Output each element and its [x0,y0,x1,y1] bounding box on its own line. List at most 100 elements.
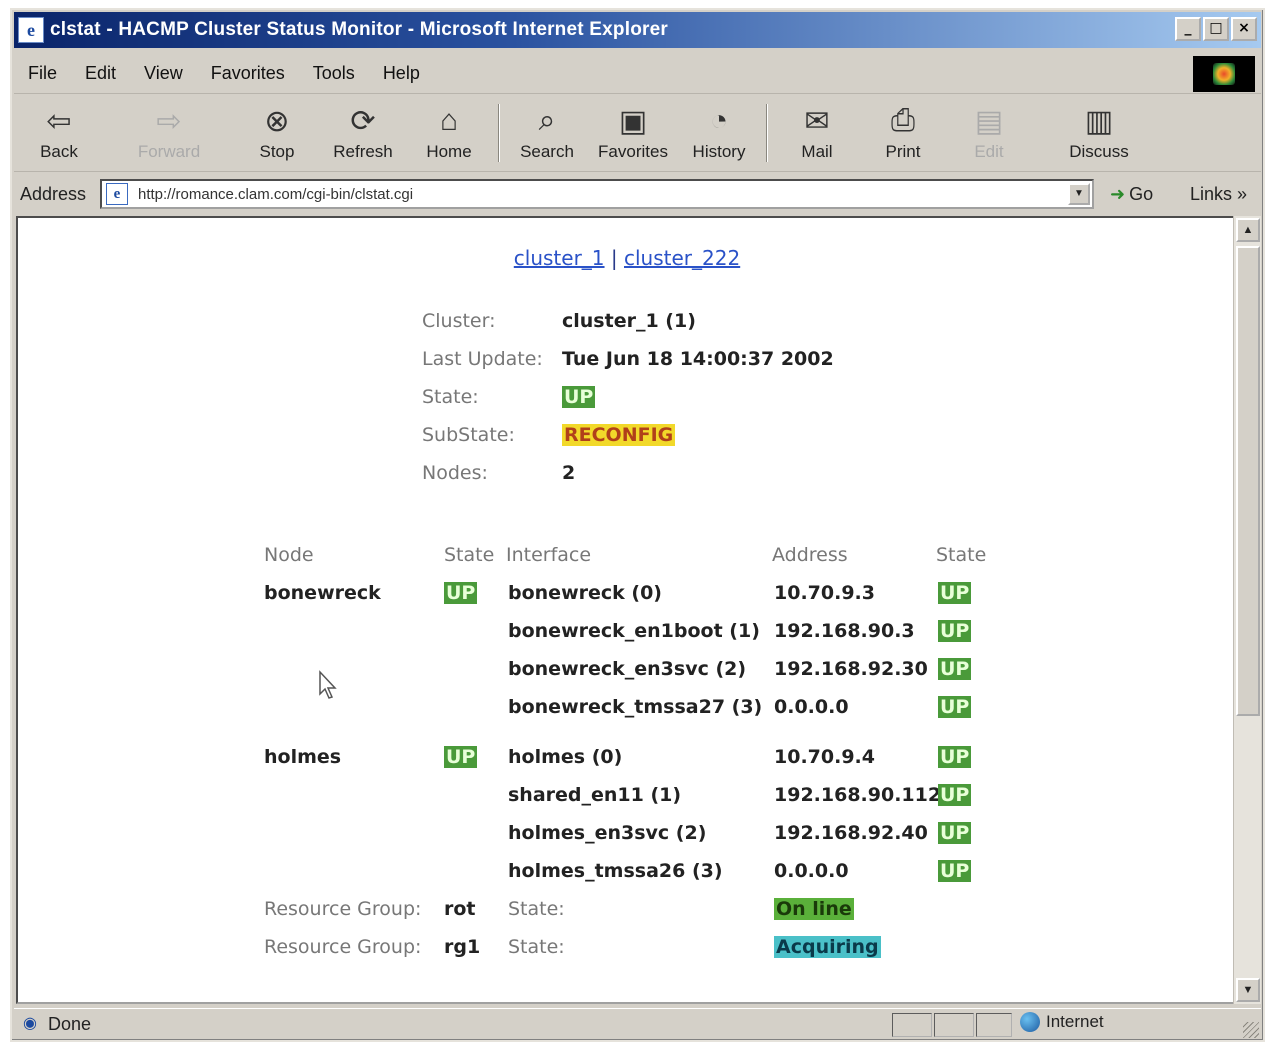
toolbar-separator [498,104,500,162]
discuss-button[interactable]: ▥ Discuss [1062,100,1136,162]
resource-group-label: Resource Group: [264,936,422,958]
menu-edit[interactable]: Edit [85,63,116,84]
go-button[interactable]: ➜ Go [1110,184,1153,205]
cluster-222-link[interactable]: cluster_222 [624,246,740,270]
go-arrow-icon: ➜ [1110,183,1126,204]
header-address: Address [772,544,848,566]
state-label: State: [422,386,479,408]
browser-window: e clstat - HACMP Cluster Status Monitor … [10,8,1265,1042]
back-button[interactable]: ⇦ Back [22,100,96,162]
menu-file[interactable]: File [28,63,57,84]
substate-label: SubState: [422,424,515,446]
cluster-links: cluster_1 | cluster_222 [18,246,1236,270]
status-bar: ◉ Done Internet [14,1008,1261,1040]
interface-name: bonewreck_tmssa27 (3) [508,696,763,718]
interface-state-badge: UP [938,696,972,718]
menu-bar: File Edit View Favorites Tools Help [14,54,1261,94]
interface-address: 192.168.92.30 [774,658,928,680]
stop-button[interactable]: ⊗ Stop [240,100,314,162]
scroll-down-icon[interactable]: ▼ [1236,978,1260,1002]
page-icon: e [106,183,128,205]
header-node-state: State [444,544,495,566]
interface-name: shared_en11 (1) [508,784,682,806]
refresh-button[interactable]: ⟳ Refresh [326,100,400,162]
header-node: Node [264,544,314,566]
links-button[interactable]: Links » [1190,184,1247,205]
stop-icon: ⊗ [264,104,290,138]
status-panel [892,1013,932,1037]
mail-button[interactable]: ✉ Mail [780,100,854,162]
scroll-thumb[interactable] [1236,246,1260,716]
home-icon: ⌂ [439,104,459,137]
header-interface: Interface [506,544,592,566]
cluster-1-link[interactable]: cluster_1 [514,246,605,270]
edit-button[interactable]: ▤ Edit [952,100,1026,162]
interface-state-badge: UP [938,582,972,604]
header-interface-state: State [936,544,987,566]
resource-group-name: rg1 [444,936,481,958]
printer-icon: ⎙ [891,104,915,137]
home-button[interactable]: ⌂ Home [412,100,486,162]
resource-group-state-badge: On line [774,898,854,920]
back-arrow-icon: ⇦ [46,104,72,138]
minimize-button[interactable]: _ [1175,17,1201,41]
interface-name: holmes_tmssa26 (3) [508,860,723,882]
menu-help[interactable]: Help [383,63,420,84]
interface-state-badge: UP [938,784,972,806]
interface-state-badge: UP [938,860,972,882]
vertical-scrollbar[interactable]: ▲ ▼ [1233,216,1261,1004]
menu-favorites[interactable]: Favorites [211,63,285,84]
page-done-icon: ◉ [23,1014,37,1032]
interface-state-badge: UP [938,620,972,642]
resize-grip-icon[interactable] [1243,1022,1259,1038]
status-text: Done [48,1014,92,1034]
interface-name: bonewreck_en3svc (2) [508,658,747,680]
last-update-value: Tue Jun 18 14:00:37 2002 [562,348,834,370]
close-button[interactable]: × [1231,17,1257,41]
page-content: cluster_1 | cluster_222 Cluster: cluster… [16,216,1238,1004]
node-state-badge: UP [444,582,478,604]
interface-name: holmes_en3svc (2) [508,822,707,844]
history-button[interactable]: ◔ History [682,100,756,162]
interface-address: 10.70.9.3 [774,582,875,604]
search-button[interactable]: ⌕ Search [510,100,584,162]
cluster-label: Cluster: [422,310,496,332]
refresh-icon: ⟳ [350,104,376,138]
node-state-badge: UP [444,746,478,768]
window-title: clstat - HACMP Cluster Status Monitor - … [50,19,668,40]
forward-arrow-icon: ⇨ [156,104,182,138]
interface-address: 192.168.90.112 [774,784,942,806]
last-update-label: Last Update: [422,348,543,370]
history-icon: ◔ [709,104,729,137]
interface-name: holmes (0) [508,746,623,768]
edit-page-icon: ▤ [974,104,1004,138]
interface-name: bonewreck (0) [508,582,662,604]
horizontal-rule [262,1002,986,1004]
interface-state-badge: UP [938,658,972,680]
discuss-icon: ▥ [1084,104,1114,138]
maximize-button[interactable]: □ [1203,17,1229,41]
interface-address: 10.70.9.4 [774,746,875,768]
address-dropdown-arrow-icon[interactable]: ▼ [1068,183,1090,205]
menu-view[interactable]: View [144,63,183,84]
resource-group-state-label: State: [508,898,565,920]
internet-globe-icon [1020,1012,1040,1032]
address-input[interactable]: e http://romance.clam.com/cgi-bin/clstat… [100,179,1094,209]
interface-address: 192.168.90.3 [774,620,915,642]
menu-tools[interactable]: Tools [313,63,355,84]
scroll-up-icon[interactable]: ▲ [1236,218,1260,242]
interface-address: 0.0.0.0 [774,696,849,718]
toolbar-separator [766,104,768,162]
title-bar: e clstat - HACMP Cluster Status Monitor … [14,12,1261,48]
cluster-value: cluster_1 (1) [562,310,696,332]
interface-name: bonewreck_en1boot (1) [508,620,760,642]
forward-button[interactable]: ⇨ Forward [132,100,206,162]
favorites-button[interactable]: ▣ Favorites [596,100,670,162]
link-separator: | [610,246,618,270]
mouse-pointer-icon [319,670,337,699]
interface-state-badge: UP [938,822,972,844]
print-button[interactable]: ⎙ Print [866,100,940,162]
node-name: holmes [264,746,342,768]
windows-logo-throbber [1193,56,1255,92]
nodes-label: Nodes: [422,462,488,484]
